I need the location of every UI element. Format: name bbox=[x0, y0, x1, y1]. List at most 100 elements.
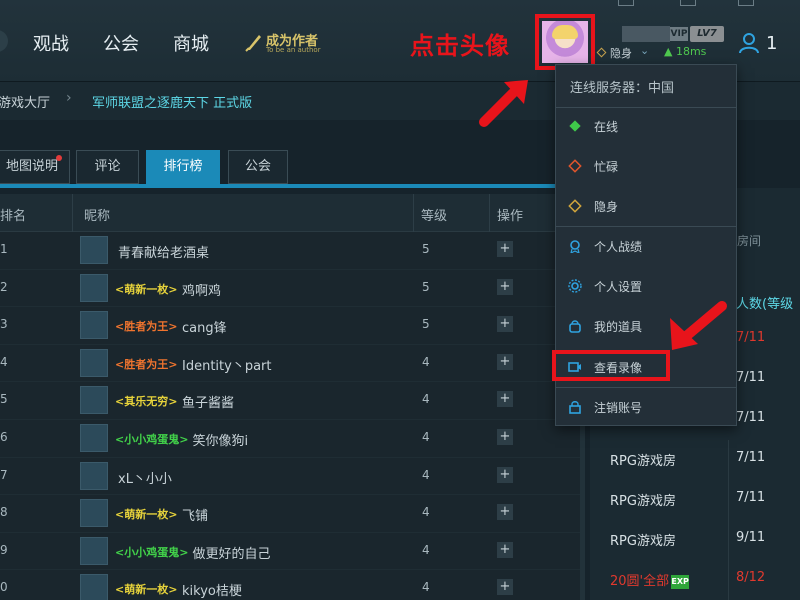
menu-item[interactable]: 忙碌 bbox=[556, 151, 736, 183]
table-row[interactable]: 6 <小小鸡蛋鬼> 笑你像狗i 4 + bbox=[0, 420, 585, 458]
status-label[interactable]: 隐身 bbox=[610, 45, 632, 61]
player-name[interactable]: Identity丶part bbox=[182, 355, 271, 374]
add-friend-button[interactable]: + bbox=[497, 579, 513, 596]
table-row[interactable]: 5 <其乐无穷> 鱼子酱酱 4 + bbox=[0, 382, 585, 420]
add-friend-button[interactable]: + bbox=[497, 353, 513, 370]
user-icon[interactable] bbox=[738, 32, 760, 54]
room-count: 7/11 bbox=[736, 370, 766, 385]
room-search-placeholder[interactable]: 房间 bbox=[737, 232, 761, 249]
room-name-text: RPG游戏房 bbox=[610, 494, 676, 509]
inbox-icon[interactable] bbox=[738, 0, 754, 6]
add-friend-button[interactable]: + bbox=[497, 429, 513, 445]
row-rank: 9 bbox=[0, 542, 8, 557]
window-icon[interactable] bbox=[618, 0, 634, 6]
player-title-tag: <小小鸡蛋鬼> bbox=[115, 433, 189, 446]
column-divider bbox=[489, 194, 490, 232]
player-name[interactable]: kikyo桔梗 bbox=[182, 580, 242, 599]
add-friend-button[interactable]: + bbox=[497, 278, 513, 295]
table-row[interactable]: 3 <胜者为王> cang锋 5 + bbox=[0, 307, 585, 345]
table-row[interactable]: 7 xL丶小小 4 + bbox=[0, 458, 585, 496]
player-title-tag: <胜者为王> bbox=[115, 357, 178, 371]
header-level: 等级 bbox=[421, 209, 448, 224]
avatar[interactable] bbox=[542, 21, 588, 63]
player-avatar[interactable] bbox=[80, 499, 108, 528]
room-name[interactable]: RPG游戏房 bbox=[610, 530, 676, 549]
row-rank: 4 bbox=[0, 354, 8, 369]
player-avatar[interactable] bbox=[80, 424, 108, 452]
row-rank: 7 bbox=[0, 467, 8, 482]
player-name[interactable]: 鸡啊鸡 bbox=[182, 280, 221, 299]
player-name[interactable]: 做更好的自己 bbox=[193, 543, 271, 562]
room-count: 7/11 bbox=[736, 410, 766, 425]
logo-icon[interactable] bbox=[0, 30, 8, 52]
player-name[interactable]: xL丶小小 bbox=[118, 468, 172, 487]
notification-dot bbox=[56, 155, 62, 161]
table-row[interactable]: 0 <萌新一枚> kikyo桔梗 4 + bbox=[0, 570, 585, 600]
tab-comments[interactable]: 评论 bbox=[76, 150, 139, 184]
player-avatar[interactable] bbox=[80, 536, 108, 565]
table-row[interactable]: 2 <萌新一枚> 鸡啊鸡 5 + bbox=[0, 270, 585, 308]
player-name[interactable]: 笑你像狗i bbox=[193, 430, 249, 449]
menu-item-label: 隐身 bbox=[594, 200, 619, 214]
gift-icon[interactable] bbox=[680, 0, 696, 6]
tab-guild[interactable]: 公会 bbox=[228, 150, 288, 184]
player-name[interactable]: 鱼子酱酱 bbox=[182, 392, 234, 411]
vip-badge: VIP bbox=[670, 27, 688, 41]
room-name[interactable]: RPG游戏房 bbox=[610, 450, 676, 469]
nav-spectate[interactable]: 观战 bbox=[33, 30, 69, 56]
table-header: 排名 昵称 等级 操作 bbox=[0, 194, 585, 232]
table-row[interactable]: 4 <胜者为王> Identity丶part 4 + bbox=[0, 345, 585, 383]
tab-underline bbox=[0, 184, 585, 188]
player-title-tag: <萌新一枚> bbox=[115, 282, 178, 296]
room-name[interactable]: RPG游戏房 bbox=[610, 490, 676, 509]
menu-divider bbox=[556, 226, 736, 227]
tab-map-info[interactable]: 地图说明 bbox=[0, 150, 70, 184]
add-friend-button[interactable]: + bbox=[497, 241, 513, 257]
player-name[interactable]: 青春献给老酒桌 bbox=[118, 242, 209, 261]
menu-item[interactable]: 隐身 bbox=[556, 191, 736, 223]
add-friend-button[interactable]: + bbox=[497, 391, 513, 408]
table-row[interactable]: 9 <小小鸡蛋鬼> 做更好的自己 4 + bbox=[0, 533, 585, 571]
nav-store[interactable]: 商城 bbox=[173, 30, 209, 56]
menu-item[interactable]: 注销账号 bbox=[556, 392, 736, 424]
ping-indicator: ▲ 18ms bbox=[664, 45, 707, 58]
player-level: 5 bbox=[422, 242, 430, 256]
add-friend-button[interactable]: + bbox=[497, 316, 513, 333]
nav-guild[interactable]: 公会 bbox=[103, 30, 139, 56]
player-avatar[interactable] bbox=[80, 574, 108, 600]
player-avatar[interactable] bbox=[80, 311, 108, 340]
room-name[interactable]: 20圆'全部 EXP bbox=[610, 570, 690, 589]
breadcrumb-current[interactable]: 军师联盟之逐鹿天下 正式版 bbox=[92, 92, 252, 111]
breadcrumb-home[interactable]: 游戏大厅 bbox=[0, 92, 50, 111]
leaderboard-table: 排名 昵称 等级 操作 1 青春献给老酒桌 5 +2 <萌新一枚> 鸡啊鸡 5 +3 <胜者为王… bbox=[0, 194, 585, 600]
add-friend-button[interactable]: + bbox=[497, 541, 513, 558]
player-level: 4 bbox=[422, 580, 430, 595]
video-highlight-box bbox=[552, 350, 670, 381]
lock-icon bbox=[568, 400, 582, 414]
player-title-tag: <萌新一枚> bbox=[115, 508, 178, 522]
add-friend-button[interactable]: + bbox=[497, 504, 513, 521]
menu-item[interactable]: 个人战绩 bbox=[556, 231, 736, 263]
player-name[interactable]: 飞铺 bbox=[182, 505, 208, 524]
player-level: 4 bbox=[422, 354, 430, 369]
tab-leaderboard[interactable]: 排行榜 bbox=[146, 150, 220, 184]
player-avatar[interactable] bbox=[80, 348, 108, 377]
medal-icon bbox=[568, 239, 582, 255]
room-count: 8/12 bbox=[736, 570, 766, 585]
column-divider bbox=[72, 194, 73, 232]
row-rank: 6 bbox=[0, 430, 8, 444]
add-friend-button[interactable]: + bbox=[497, 466, 513, 483]
menu-item-label: 个人战绩 bbox=[594, 240, 643, 254]
menu-item[interactable]: 在线 bbox=[556, 111, 736, 143]
player-avatar[interactable] bbox=[80, 273, 108, 302]
table-row[interactable]: 8 <萌新一枚> 飞铺 4 + bbox=[0, 495, 585, 533]
arrow-pointer-icon bbox=[479, 80, 528, 127]
player-level: 4 bbox=[422, 392, 430, 407]
player-avatar[interactable] bbox=[80, 461, 108, 490]
avatar-highlight-box bbox=[535, 14, 595, 70]
player-name[interactable]: cang锋 bbox=[182, 317, 227, 336]
player-avatar[interactable] bbox=[80, 236, 108, 264]
table-row[interactable]: 1 青春献给老酒桌 5 + bbox=[0, 232, 585, 270]
player-avatar[interactable] bbox=[80, 386, 108, 415]
chevron-down-icon[interactable]: ⌄ bbox=[640, 44, 649, 57]
